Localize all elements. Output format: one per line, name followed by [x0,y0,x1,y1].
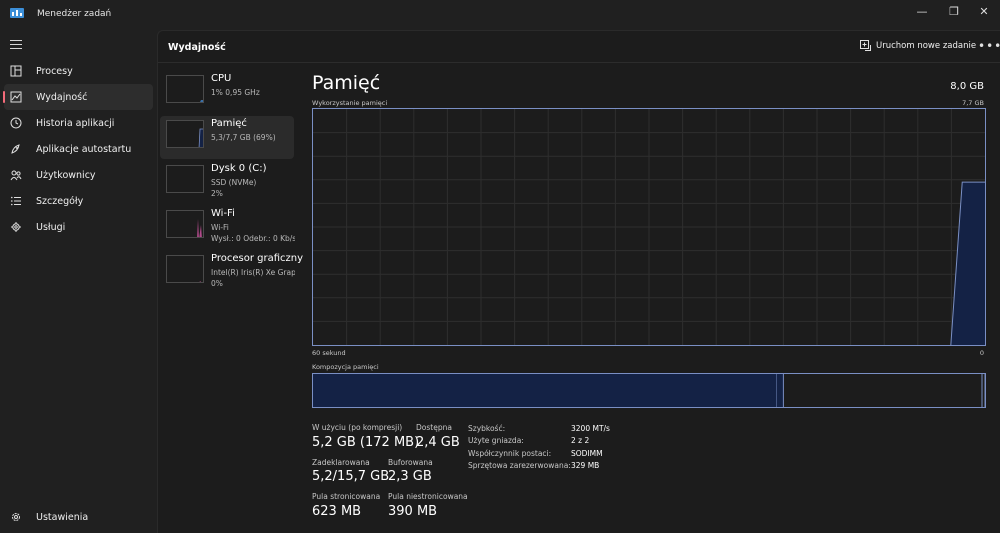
history-icon [10,117,22,129]
available-value: 2,4 GB [416,435,460,450]
gpu-thumbnail-graph [166,255,204,283]
available-label: Dostępna [416,423,452,432]
more-options-button[interactable]: ••• [978,39,1000,53]
sidebar-item-label: Historia aplikacji [36,117,115,129]
users-icon [10,169,22,181]
sidebar-item-label: Aplikacje autostartu [36,143,132,155]
resource-name: Dysk 0 (C:) [211,163,267,174]
memory-total: 8,0 GB [950,81,984,92]
resource-item-gpu[interactable]: Procesor graficzny Intel(R) Iris(R) Xe G… [160,251,303,294]
resource-name: CPU [211,73,232,84]
prop-value: SODIMM [571,449,603,458]
cached-value: 2,3 GB [388,469,432,484]
settings-label: Ustawienia [36,511,89,523]
resource-item-wifi[interactable]: Wi-Fi Wi-Fi Wysł.: 0 Odebr.: 0 Kb/s [160,206,295,249]
sidebar-item-performance[interactable]: Wydajność [3,84,153,110]
cached-label: Buforowana [388,458,433,467]
prop-key: Współczynnik postaci: [468,449,552,458]
run-task-icon [860,40,871,51]
resource-name: Procesor graficzny [211,253,304,264]
restore-button[interactable]: ❐ [938,0,970,22]
main-panel: Wydajność Uruchom nowe zadanie ••• CPU 1… [157,30,1000,533]
resource-name: Pamięć [211,118,247,129]
paged-pool-label: Pula stronicowana [312,492,381,501]
paged-pool-value: 623 MB [312,504,362,519]
task-manager-icon [10,8,24,18]
graph-time-left: 60 sekund [312,349,346,357]
detail-title: Pamięć [312,72,381,94]
nonpaged-pool-value: 390 MB [388,504,438,519]
run-task-label: Uruchom nowe zadanie [876,40,977,51]
sidebar-item-label: Wydajność [36,91,88,103]
close-button[interactable]: ✕ [968,0,1000,22]
sidebar-item-app-history[interactable]: Historia aplikacji [4,110,153,136]
resource-name: Wi-Fi [211,208,235,219]
prop-value: 329 MB [571,461,600,470]
details-icon [10,195,22,207]
startup-icon [10,143,22,155]
in-use-value: 5,2 GB (172 MB) [312,435,420,450]
services-icon [10,221,22,233]
composition-in-use [313,374,777,407]
resource-usage: 2% [211,189,223,198]
sidebar-item-users[interactable]: Użytkownicy [4,162,153,188]
processes-icon [10,65,22,77]
prop-key: Użyte gniazda: [468,436,524,445]
memory-thumbnail-graph [166,120,204,148]
prop-key: Szybkość: [468,424,506,433]
resource-item-disk[interactable]: Dysk 0 (C:) SSD (NVMe) 2% [160,161,294,204]
app-title: Menedżer zadań [37,9,112,19]
resource-list: CPU 1% 0,95 GHz Pamięć 5,3/7,7 GB (69%) … [160,71,303,296]
sidebar-item-label: Szczegóły [36,195,84,207]
resource-detail: 1% 0,95 GHz [211,88,260,97]
composition-standby [783,374,985,407]
nonpaged-pool-label: Pula niestronicowana [388,492,468,501]
sidebar-item-label: Usługi [36,221,66,233]
hamburger-menu-icon[interactable] [10,40,22,50]
page-title: Wydajność [168,42,226,53]
committed-label: Zadeklarowana [312,458,370,467]
sidebar-item-label: Użytkownicy [36,169,96,181]
sidebar-item-settings[interactable]: Ustawienia [4,504,153,530]
resource-detail: Intel(R) Iris(R) Xe Graph [211,268,295,277]
prop-value: 2 z 2 [571,436,590,445]
resource-item-cpu[interactable]: CPU 1% 0,95 GHz [160,71,294,114]
run-new-task-button[interactable]: Uruchom nowe zadanie [860,40,976,51]
resource-detail: SSD (NVMe) [211,178,257,187]
usage-graph-max: 7,7 GB [962,99,984,107]
memory-composition-chart [313,374,985,407]
memory-composition-bar [312,373,986,408]
sidebar-nav: Procesy Wydajność Historia aplikacji Apl… [0,58,157,240]
disk-thumbnail-graph [166,165,204,193]
resource-usage: 0% [211,279,223,288]
sidebar-item-label: Procesy [36,65,73,77]
usage-graph-label: Wykorzystanie pamięci [312,99,388,107]
main-header: Wydajność Uruchom nowe zadanie ••• [158,31,1000,63]
sidebar-item-services[interactable]: Usługi [4,214,153,240]
graph-time-right: 0 [979,349,984,357]
prop-key: Sprzętowa zarezerwowana: [468,461,571,470]
resource-usage: Wysł.: 0 Odebr.: 0 Kb/s [211,234,295,243]
sidebar-item-details[interactable]: Szczegóły [4,188,153,214]
composition-modified [776,374,784,407]
in-use-label: W użyciu (po kompresji) [312,423,403,432]
resource-item-memory[interactable]: Pamięć 5,3/7,7 GB (69%) [160,116,294,159]
gear-icon [10,511,22,523]
memory-usage-graph [312,108,986,346]
committed-value: 5,2/15,7 GB [312,469,390,484]
composition-label: Kompozycja pamięci [312,363,379,371]
title-bar: Menedżer zadań — ❐ ✕ [0,0,1000,30]
resource-detail: Wi-Fi [211,223,229,232]
memory-usage-area [950,182,985,345]
prop-value: 3200 MT/s [571,424,610,433]
resource-detail: 5,3/7,7 GB (69%) [211,133,276,142]
sidebar-item-startup-apps[interactable]: Aplikacje autostartu [4,136,153,162]
wifi-thumbnail-graph [166,210,204,238]
performance-icon [10,91,22,103]
minimize-button[interactable]: — [906,0,938,22]
sidebar-item-processes[interactable]: Procesy [4,58,153,84]
memory-usage-chart [313,109,985,345]
cpu-thumbnail-graph [166,75,204,103]
